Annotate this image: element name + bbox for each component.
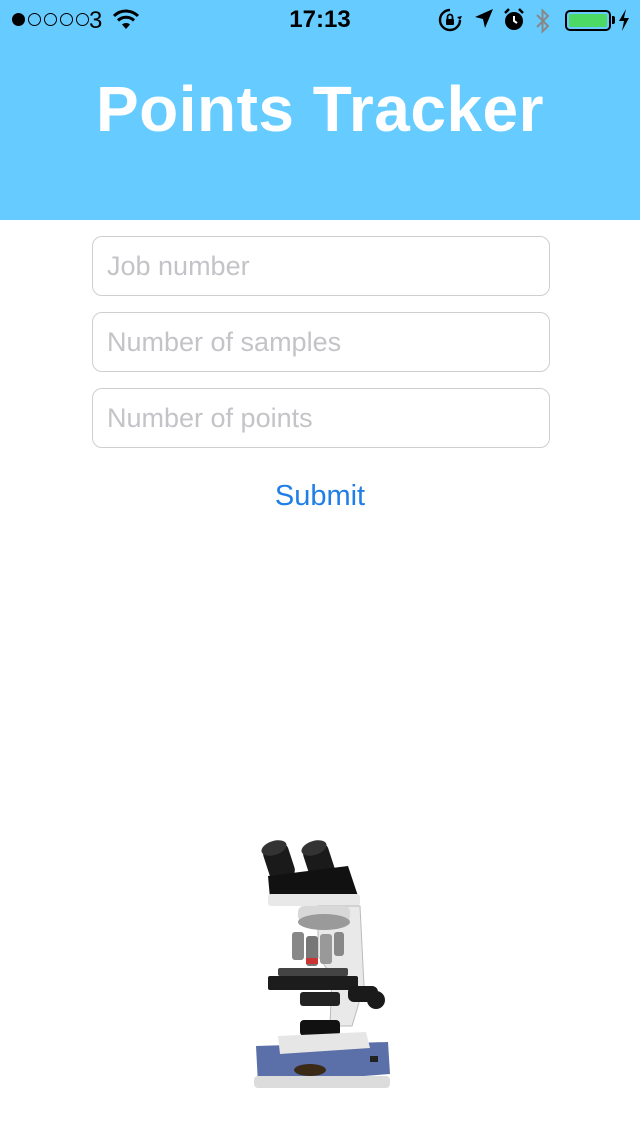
microscope-image	[254, 840, 390, 1088]
charging-icon	[619, 9, 629, 31]
number-of-samples-input[interactable]	[92, 312, 550, 372]
status-bar: 3 17:13	[0, 0, 640, 40]
battery-icon	[565, 10, 611, 31]
job-number-input[interactable]	[92, 236, 550, 296]
submit-button[interactable]: Submit	[220, 474, 420, 518]
location-icon	[475, 9, 493, 28]
app-title: Points Tracker	[95, 73, 545, 145]
number-of-points-input[interactable]	[92, 388, 550, 448]
battery-tip	[612, 16, 615, 24]
battery-level-fill	[569, 14, 607, 27]
header-bar: 3 17:13 Points Tracker	[0, 0, 640, 220]
alarm-icon	[504, 8, 524, 30]
rotation-lock-icon	[438, 8, 462, 32]
bluetooth-icon	[536, 8, 550, 34]
